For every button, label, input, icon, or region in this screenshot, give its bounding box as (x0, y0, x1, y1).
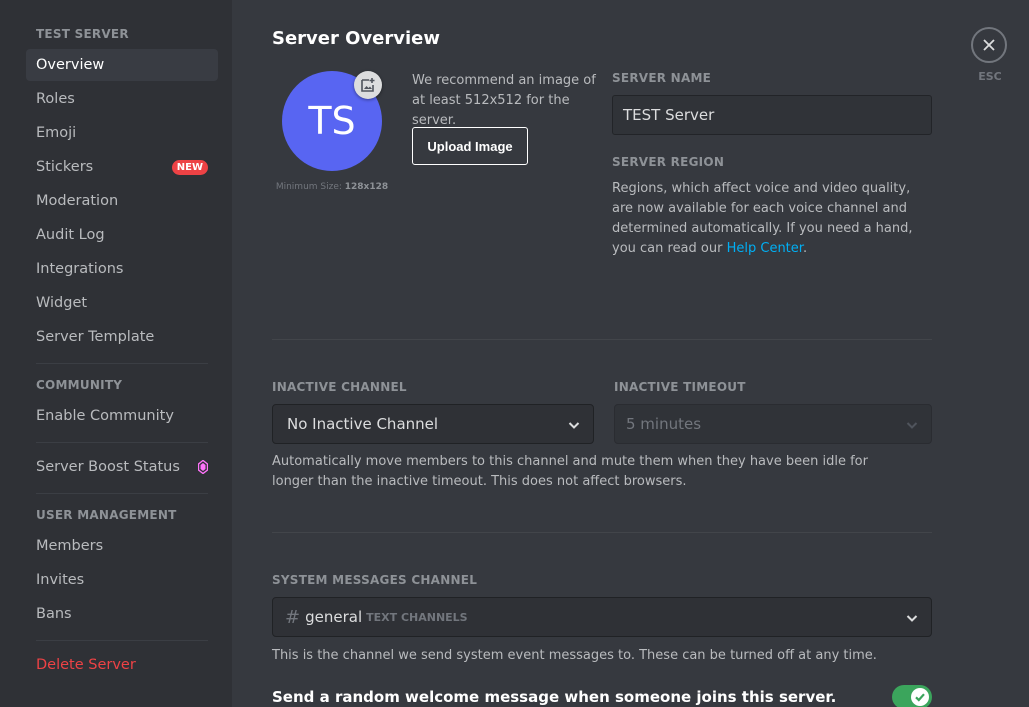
welcome-message-toggle[interactable] (892, 685, 932, 707)
inactive-timeout-value: 5 minutes (626, 415, 702, 433)
avatar-initials: TS (308, 99, 356, 143)
min-size-prefix: Minimum Size: (275, 182, 345, 192)
section-divider (272, 339, 932, 340)
sidebar-item-label: Overview (36, 57, 105, 73)
toggle-knob (911, 688, 929, 706)
sidebar-item-roles[interactable]: Roles (26, 83, 218, 115)
system-messages-label: SYSTEM MESSAGES CHANNEL (272, 573, 478, 587)
sidebar-item-label: Bans (36, 606, 72, 622)
close-icon (983, 39, 995, 51)
sidebar-item-label: Integrations (36, 261, 124, 277)
add-image-icon (361, 78, 375, 92)
avatar-upload-button[interactable] (354, 71, 382, 99)
sidebar-separator (36, 640, 208, 641)
sidebar-item-stickers[interactable]: Stickers NEW (26, 151, 218, 183)
inactive-timeout-label: INACTIVE TIMEOUT (614, 380, 746, 394)
system-messages-channel-select[interactable]: # general TEXT CHANNELS (272, 597, 932, 637)
sidebar-item-label: Server Template (36, 329, 155, 345)
system-channel-name: general (305, 608, 363, 626)
server-name-label: SERVER NAME (612, 71, 712, 85)
sidebar-separator (36, 363, 208, 364)
server-region-description: Regions, which affect voice and video qu… (612, 179, 932, 259)
sidebar-header-community: COMMUNITY (36, 378, 123, 392)
sidebar-header-user-management: USER MANAGEMENT (36, 508, 177, 522)
sidebar-item-label: Invites (36, 572, 85, 588)
sidebar-item-label: Members (36, 538, 104, 554)
sidebar-item-widget[interactable]: Widget (26, 287, 218, 319)
image-recommendation-text: We recommend an image of at least 512x51… (412, 73, 596, 128)
sidebar-item-integrations[interactable]: Integrations (26, 253, 218, 285)
sidebar-item-server-boost-status[interactable]: Server Boost Status (26, 451, 218, 483)
new-badge: NEW (171, 160, 208, 175)
system-messages-help: This is the channel we send system event… (272, 648, 877, 663)
sidebar-item-label: Delete Server (36, 657, 136, 673)
sidebar-item-label: Roles (36, 91, 75, 107)
upload-image-button[interactable]: Upload Image (412, 127, 528, 165)
sidebar-item-label: Widget (36, 295, 88, 311)
sidebar-item-bans[interactable]: Bans (26, 598, 218, 630)
sidebar-header-server: TEST SERVER (36, 27, 129, 41)
sidebar-item-emoji[interactable]: Emoji (26, 117, 218, 149)
esc-hint: ESC (978, 70, 1002, 83)
sidebar-separator (36, 442, 208, 443)
check-icon (915, 693, 925, 702)
system-channel-category: TEXT CHANNELS (366, 610, 468, 624)
sidebar-item-audit-log[interactable]: Audit Log (26, 219, 218, 251)
close-settings: ESC (971, 27, 1009, 83)
server-name-input[interactable]: TEST Server (612, 95, 932, 135)
inactive-help-text: Automatically move members to this chann… (272, 454, 868, 489)
inactive-channel-select[interactable]: No Inactive Channel (272, 404, 594, 444)
section-divider (272, 532, 932, 533)
chevron-down-icon (906, 422, 918, 429)
chevron-down-icon (906, 615, 918, 622)
sidebar-item-label: Moderation (36, 193, 119, 209)
text-channel-hash-icon: # (285, 606, 301, 628)
sidebar-item-overview[interactable]: Overview (26, 49, 218, 81)
delete-server-button[interactable]: Delete Server (26, 649, 218, 681)
sidebar-separator (36, 493, 208, 494)
close-button[interactable] (971, 27, 1007, 63)
min-size-value: 128x128 (344, 182, 389, 192)
sidebar-item-label: Stickers (36, 159, 94, 175)
sidebar-item-enable-community[interactable]: Enable Community (26, 400, 218, 432)
sidebar-item-label: Audit Log (36, 227, 105, 243)
inactive-timeout-select[interactable]: 5 minutes (614, 404, 932, 444)
sidebar-item-label: Server Boost Status (36, 459, 180, 475)
sidebar-item-invites[interactable]: Invites (26, 564, 218, 596)
settings-sidebar: TEST SERVER Overview Roles Emoji Sticker… (0, 0, 232, 707)
boost-gem-icon (198, 460, 208, 474)
page-title: Server Overview (272, 28, 440, 49)
server-region-label: SERVER REGION (612, 155, 725, 169)
inactive-channel-value: No Inactive Channel (287, 415, 439, 433)
sidebar-item-members[interactable]: Members (26, 530, 218, 562)
chevron-down-icon (568, 422, 580, 429)
period: . (802, 241, 808, 256)
inactive-channel-label: INACTIVE CHANNEL (272, 380, 407, 394)
min-size-hint: Minimum Size: 128x128 (272, 182, 392, 192)
sidebar-item-label: Emoji (36, 125, 77, 141)
server-name-value: TEST Server (623, 106, 715, 124)
welcome-message-label: Send a random welcome message when someo… (272, 688, 837, 706)
sidebar-item-label: Enable Community (36, 408, 174, 424)
sidebar-item-server-template[interactable]: Server Template (26, 321, 218, 353)
sidebar-item-moderation[interactable]: Moderation (26, 185, 218, 217)
help-center-link[interactable]: Help Center (727, 241, 803, 256)
